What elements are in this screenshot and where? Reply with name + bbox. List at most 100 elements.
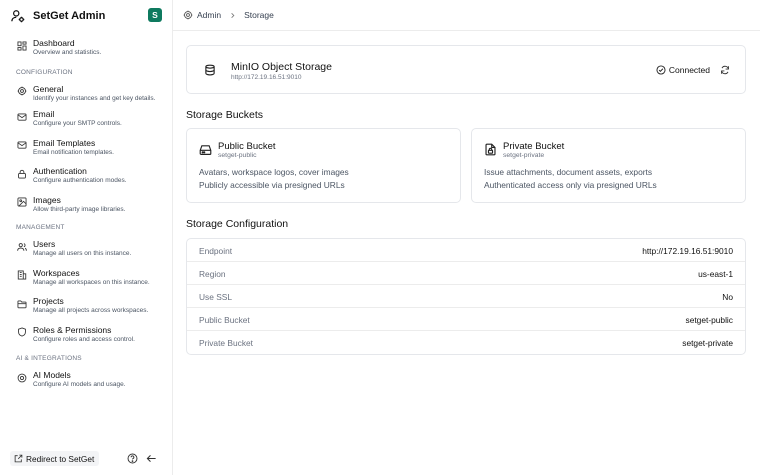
connection-title: MinIO Object Storage xyxy=(231,61,332,73)
bucket-title: Private Bucket xyxy=(503,141,565,152)
config-row-endpoint: Endpoint http://172.19.16.51:9010 xyxy=(187,239,745,262)
building-icon xyxy=(16,270,27,281)
brand-title: SetGet Admin xyxy=(33,10,106,22)
sidebar-item-projects[interactable]: Projects Manage all projects across work… xyxy=(0,296,172,315)
breadcrumb-storage: Storage xyxy=(244,10,274,20)
sidebar-item-desc: Manage all users on this instance. xyxy=(33,250,132,257)
sidebar-item-desc: Configure roles and access control. xyxy=(33,335,135,343)
sidebar-item-workspaces[interactable]: Workspaces Manage all workspaces on this… xyxy=(0,268,172,287)
user-gear-icon xyxy=(10,8,26,24)
users-icon xyxy=(16,241,27,252)
sidebar-item-label: Roles & Permissions xyxy=(33,324,112,335)
mail-template-icon xyxy=(16,140,27,151)
config-label: Public Bucket xyxy=(199,315,250,325)
status-text: Connected xyxy=(668,65,710,75)
sidebar-item-desc: Email notification templates. xyxy=(33,148,114,156)
config-label: Use SSL xyxy=(199,292,233,302)
sidebar-item-roles-permissions[interactable]: Roles & Permissions Configure roles and … xyxy=(0,325,172,344)
sidebar-item-desc: Configure AI models and usage. xyxy=(33,381,126,388)
section-label-configuration: CONFIGURATION xyxy=(16,68,73,76)
bucket-title: Public Bucket xyxy=(218,141,276,152)
arrow-left-icon[interactable] xyxy=(146,453,157,464)
file-lock-icon xyxy=(484,143,497,156)
config-row-ssl: Use SSL No xyxy=(187,285,745,308)
database-icon xyxy=(204,64,217,77)
hard-drive-icon xyxy=(199,143,212,156)
section-label-ai-integrations: AI & INTEGRATIONS xyxy=(16,355,82,362)
sidebar-item-desc: Identify your instances and get key deta… xyxy=(33,94,156,102)
sidebar-item-label: Workspaces xyxy=(33,267,80,278)
shield-icon xyxy=(16,327,27,338)
config-row-private-bucket: Private Bucket setget-private xyxy=(187,331,745,354)
sidebar-item-users[interactable]: Users Manage all users on this instance. xyxy=(0,239,172,258)
sidebar-item-label: Authentication xyxy=(33,166,87,176)
config-label: Private Bucket xyxy=(199,338,253,348)
sidebar-item-label: General xyxy=(33,83,64,94)
sidebar: SetGet Admin S Dashboard Overview and st… xyxy=(0,0,173,475)
bucket-card-private: Private Bucket setget-private Issue atta… xyxy=(471,128,746,203)
config-table: Endpoint http://172.19.16.51:9010 Region… xyxy=(186,238,746,355)
help-icon[interactable] xyxy=(127,453,138,464)
redirect-label: Redirect to SetGet xyxy=(26,453,95,464)
mail-icon xyxy=(16,111,27,122)
bucket-contents: Issue attachments, document assets, expo… xyxy=(484,167,653,177)
config-value: setget-public xyxy=(685,315,734,325)
ai-icon xyxy=(16,372,27,383)
folder-icon xyxy=(16,298,27,309)
config-row-region: Region us-east-1 xyxy=(187,262,745,285)
sidebar-item-email-templates[interactable]: Email Templates Email notification templ… xyxy=(0,138,172,157)
sidebar-item-desc: Configure authentication modes. xyxy=(33,177,127,184)
bucket-access: Publicly accessible via presigned URLs xyxy=(199,180,345,190)
sidebar-item-authentication[interactable]: Authentication Configure authentication … xyxy=(0,166,172,185)
config-value: No xyxy=(722,292,733,302)
connection-url: http://172.19.16.51:9010 xyxy=(231,74,302,81)
sidebar-item-label: Images xyxy=(33,194,61,205)
gear-icon xyxy=(183,10,193,20)
lock-icon xyxy=(16,168,27,179)
section-title-config: Storage Configuration xyxy=(186,218,289,230)
dashboard-icon xyxy=(16,40,27,51)
connection-card: MinIO Object Storage http://172.19.16.51… xyxy=(186,45,746,94)
breadcrumb-admin[interactable]: Admin xyxy=(197,10,221,20)
sidebar-item-images[interactable]: Images Allow third-party image libraries… xyxy=(0,195,172,214)
status-badge: Connected xyxy=(656,65,710,75)
sidebar-item-label: AI Models xyxy=(33,370,71,380)
config-value: http://172.19.16.51:9010 xyxy=(642,246,733,256)
sidebar-item-ai-models[interactable]: AI Models Configure AI models and usage. xyxy=(0,370,172,389)
gear-icon xyxy=(16,86,27,97)
external-link-icon xyxy=(14,454,23,463)
top-header: Admin Storage xyxy=(173,0,760,31)
avatar[interactable]: S xyxy=(148,8,162,22)
section-label-management: MANAGEMENT xyxy=(16,224,65,231)
chevron-right-icon xyxy=(229,12,236,19)
bucket-card-public: Public Bucket setget-public Avatars, wor… xyxy=(186,128,461,203)
redirect-button[interactable]: Redirect to SetGet xyxy=(10,451,100,466)
sidebar-item-label: Users xyxy=(33,239,56,249)
bucket-name: setget-private xyxy=(503,152,545,159)
sidebar-item-desc: Configure your SMTP controls. xyxy=(33,120,122,127)
sidebar-item-desc: Manage all workspaces on this instance. xyxy=(33,278,150,286)
breadcrumb: Admin Storage xyxy=(183,10,274,20)
section-title-buckets: Storage Buckets xyxy=(186,109,264,121)
sidebar-item-label: Projects xyxy=(33,296,64,306)
bucket-contents: Avatars, workspace logos, cover images xyxy=(199,167,349,177)
config-value: setget-private xyxy=(682,338,733,348)
config-value: us-east-1 xyxy=(698,269,733,279)
sidebar-item-label: Email Templates xyxy=(33,137,96,148)
image-icon xyxy=(16,197,27,208)
brand[interactable]: SetGet Admin S xyxy=(10,7,165,25)
sidebar-item-label: Email xyxy=(33,109,55,119)
sidebar-item-email[interactable]: Email Configure your SMTP controls. xyxy=(0,109,172,128)
sidebar-item-desc: Overview and statistics. xyxy=(33,49,102,56)
sidebar-footer: Redirect to SetGet xyxy=(10,451,165,466)
sidebar-item-dashboard[interactable]: Dashboard Overview and statistics. xyxy=(0,38,172,57)
bucket-access: Authenticated access only via presigned … xyxy=(484,180,657,190)
config-label: Region xyxy=(199,269,226,279)
sidebar-item-desc: Manage all projects across workspaces. xyxy=(33,307,149,314)
refresh-icon[interactable] xyxy=(720,65,731,76)
sidebar-item-desc: Allow third-party image libraries. xyxy=(33,205,126,213)
sidebar-item-general[interactable]: General Identify your instances and get … xyxy=(0,84,172,103)
config-label: Endpoint xyxy=(199,246,233,256)
sidebar-item-label: Dashboard xyxy=(33,38,75,48)
config-row-public-bucket: Public Bucket setget-public xyxy=(187,308,745,331)
